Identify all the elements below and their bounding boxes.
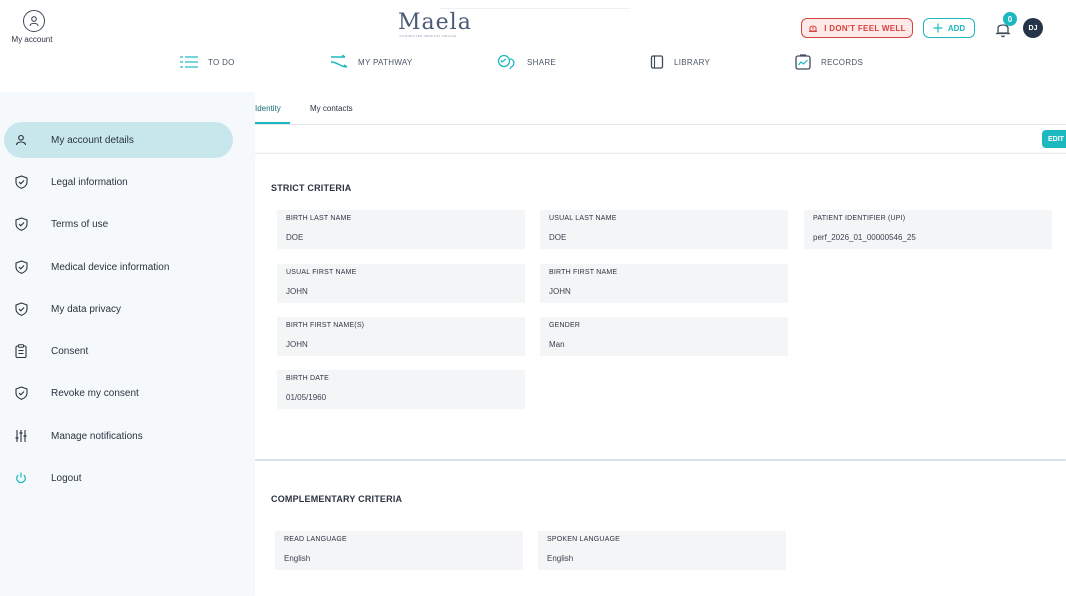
birth-date-field: BIRTH DATE 01/05/1960 xyxy=(277,370,525,409)
account-sidebar: My account details Legal information Ter… xyxy=(0,92,255,596)
complementary-criteria-card: COMPLEMENTARY CRITERIA READ LANGUAGE Eng… xyxy=(255,461,1066,596)
sidebar-item-medical-device-information[interactable]: Medical device information xyxy=(4,249,233,285)
sidebar-item-label: Terms of use xyxy=(51,218,109,230)
shield-check-icon xyxy=(10,217,32,231)
field-label: READ LANGUAGE xyxy=(284,536,347,543)
shield-check-icon xyxy=(10,260,32,274)
power-icon xyxy=(10,472,32,484)
share-chat-icon xyxy=(497,54,515,70)
field-value: JOHN xyxy=(549,287,571,296)
account-icon xyxy=(23,10,45,32)
my-account-label: My account xyxy=(11,35,53,44)
shield-check-icon xyxy=(10,386,32,400)
field-label: BIRTH FIRST NAME(S) xyxy=(286,322,365,329)
birth-first-names-field: BIRTH FIRST NAME(S) JOHN xyxy=(277,317,525,356)
sidebar-item-label: Consent xyxy=(51,345,89,357)
field-value: English xyxy=(284,554,311,563)
nav-records[interactable]: RECORDS xyxy=(795,52,863,72)
account-tabs: Identity My contacts xyxy=(255,98,1066,125)
field-label: USUAL FIRST NAME xyxy=(286,269,357,276)
nav-todo[interactable]: TO DO xyxy=(180,52,235,72)
person-icon xyxy=(10,134,32,146)
active-tab-indicator xyxy=(255,122,290,124)
plus-icon xyxy=(933,23,943,33)
field-label: SPOKEN LANGUAGE xyxy=(547,536,621,543)
field-value: perf_2026_01_00000546_25 xyxy=(813,233,916,242)
book-icon xyxy=(650,55,664,69)
field-label: BIRTH DATE xyxy=(286,375,329,382)
logo-text: Maela xyxy=(398,10,472,35)
sidebar-item-label: Medical device information xyxy=(51,261,170,273)
clipboard-icon xyxy=(10,344,32,358)
add-button[interactable]: ADD xyxy=(923,18,975,38)
add-label: ADD xyxy=(947,23,966,33)
sidebar-item-label: Revoke my consent xyxy=(51,387,139,399)
sidebar-item-label: My account details xyxy=(51,134,134,146)
field-value: 01/05/1960 xyxy=(286,393,327,402)
notification-count-badge: 0 xyxy=(1003,12,1017,26)
logo-tagline: CONNECTED MEDICAL DEVICE xyxy=(399,34,457,38)
nav-share[interactable]: SHARE xyxy=(497,52,556,72)
usual-first-name-field: USUAL FIRST NAME JOHN xyxy=(277,264,525,303)
read-language-field: READ LANGUAGE English xyxy=(275,531,523,570)
spoken-language-field: SPOKEN LANGUAGE English xyxy=(538,531,786,570)
header-divider xyxy=(440,8,630,9)
app-header: My account Maela CONNECTED MEDICAL DEVIC… xyxy=(0,0,1066,88)
records-chart-icon xyxy=(795,54,811,70)
nav-library[interactable]: LIBRARY xyxy=(650,52,710,72)
field-value: DOE xyxy=(286,233,304,242)
field-label: BIRTH FIRST NAME xyxy=(549,269,618,276)
patient-identifier-field: PATIENT IDENTIFIER (UPI) perf_2026_01_00… xyxy=(804,210,1052,249)
tab-identity[interactable]: Identity xyxy=(255,104,281,113)
i-dont-feel-well-button[interactable]: I DON'T FEEL WELL xyxy=(801,18,913,38)
strict-criteria-card: STRICT CRITERIA BIRTH LAST NAME DOE USUA… xyxy=(255,153,1066,459)
nav-pathway-label: MY PATHWAY xyxy=(358,57,413,67)
field-label: BIRTH LAST NAME xyxy=(286,215,352,222)
sidebar-item-label: My data privacy xyxy=(51,303,122,315)
unwell-label: I DON'T FEEL WELL xyxy=(824,23,906,33)
sidebar-item-my-account-details[interactable]: My account details xyxy=(4,122,233,158)
strict-criteria-title: STRICT CRITERIA xyxy=(271,183,352,193)
maela-logo[interactable]: Maela CONNECTED MEDICAL DEVICE xyxy=(398,10,472,39)
nav-records-label: RECORDS xyxy=(821,57,864,67)
field-value: JOHN xyxy=(286,340,308,349)
sidebar-item-label: Legal information xyxy=(51,176,128,188)
nav-share-label: SHARE xyxy=(527,57,557,67)
sidebar-item-my-data-privacy[interactable]: My data privacy xyxy=(4,291,233,327)
sidebar-item-logout[interactable]: Logout xyxy=(4,460,233,496)
list-icon xyxy=(180,56,198,68)
alert-bell-icon xyxy=(809,25,818,32)
sidebar-item-revoke-my-consent[interactable]: Revoke my consent xyxy=(4,375,233,411)
sidebar-item-label: Logout xyxy=(51,472,82,484)
sidebar-item-label: Manage notifications xyxy=(51,430,143,442)
nav-my-pathway[interactable]: MY PATHWAY xyxy=(330,52,413,72)
my-account-button[interactable]: My account xyxy=(12,10,56,44)
field-label: GENDER xyxy=(549,322,581,329)
sidebar-item-legal-information[interactable]: Legal information xyxy=(4,164,233,200)
tab-my-contacts[interactable]: My contacts xyxy=(310,104,353,113)
field-value: DOE xyxy=(549,233,567,242)
field-value: JOHN xyxy=(286,287,308,296)
field-value: Man xyxy=(549,340,565,349)
edit-button[interactable]: EDIT xyxy=(1042,130,1066,148)
birth-last-name-field: BIRTH LAST NAME DOE xyxy=(277,210,525,249)
birth-first-name-field: BIRTH FIRST NAME JOHN xyxy=(540,264,788,303)
sidebar-item-terms-of-use[interactable]: Terms of use xyxy=(4,206,233,242)
gender-field: GENDER Man xyxy=(540,317,788,356)
shield-check-icon xyxy=(10,302,32,316)
field-label: PATIENT IDENTIFIER (UPI) xyxy=(813,215,906,222)
sidebar-item-manage-notifications[interactable]: Manage notifications xyxy=(4,418,233,454)
complementary-criteria-title: COMPLEMENTARY CRITERIA xyxy=(271,494,403,504)
usual-last-name-field: USUAL LAST NAME DOE xyxy=(540,210,788,249)
field-value: English xyxy=(547,554,574,563)
field-label: USUAL LAST NAME xyxy=(549,215,617,222)
sidebar-item-consent[interactable]: Consent xyxy=(4,333,233,369)
user-avatar[interactable]: DJ xyxy=(1023,18,1043,38)
pathway-icon xyxy=(330,55,348,68)
notifications-button[interactable]: 0 xyxy=(995,12,1017,38)
sliders-icon xyxy=(10,429,32,443)
nav-library-label: LIBRARY xyxy=(674,57,711,67)
shield-check-icon xyxy=(10,175,32,189)
nav-todo-label: TO DO xyxy=(208,57,235,67)
